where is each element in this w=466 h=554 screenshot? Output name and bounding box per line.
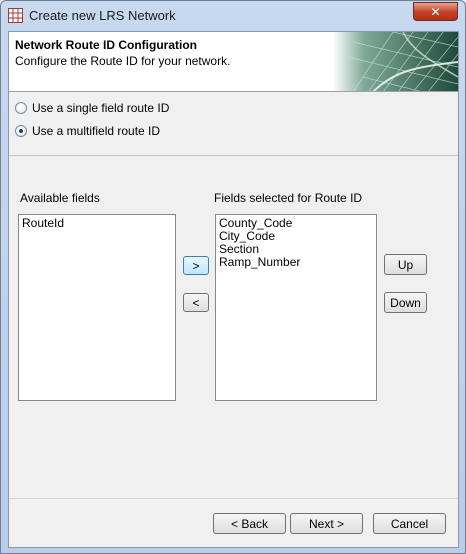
map-banner-image	[333, 32, 458, 91]
wizard-header: Network Route ID Configuration Configure…	[9, 32, 458, 92]
remove-field-button[interactable]: <	[183, 293, 209, 312]
list-item[interactable]: RouteId	[22, 217, 172, 230]
window-title: Create new LRS Network	[29, 8, 176, 23]
page-title: Network Route ID Configuration	[15, 38, 197, 52]
page-subtitle: Configure the Route ID for your network.	[15, 54, 231, 68]
back-button[interactable]: < Back	[213, 513, 286, 534]
section-divider	[9, 155, 458, 156]
close-button[interactable]: ✕	[413, 2, 458, 21]
title-bar[interactable]: Create new LRS Network ✕	[1, 1, 465, 31]
multi-field-radio[interactable]	[15, 125, 27, 137]
footer-divider	[9, 498, 458, 499]
move-down-button[interactable]: Down	[384, 292, 427, 313]
move-up-button[interactable]: Up	[384, 254, 427, 275]
next-button[interactable]: Next >	[290, 513, 363, 534]
add-field-button[interactable]: >	[183, 256, 209, 275]
available-fields-list[interactable]: RouteId	[18, 214, 176, 401]
single-field-option[interactable]: Use a single field route ID	[15, 101, 169, 115]
cancel-button[interactable]: Cancel	[373, 513, 446, 534]
available-fields-label: Available fields	[20, 191, 100, 205]
selected-fields-list[interactable]: County_Code City_Code Section Ramp_Numbe…	[215, 214, 377, 401]
list-item[interactable]: Ramp_Number	[219, 256, 373, 269]
multi-field-option[interactable]: Use a multifield route ID	[15, 124, 160, 138]
network-grid-icon	[8, 8, 23, 23]
single-field-radio[interactable]	[15, 102, 27, 114]
single-field-label: Use a single field route ID	[32, 101, 170, 115]
selected-fields-label: Fields selected for Route ID	[214, 191, 363, 205]
multi-field-label: Use a multifield route ID	[32, 124, 161, 138]
close-icon: ✕	[430, 4, 441, 19]
dialog-window: Create new LRS Network ✕ Network Route I…	[0, 0, 466, 554]
dialog-body: Network Route ID Configuration Configure…	[8, 31, 459, 548]
